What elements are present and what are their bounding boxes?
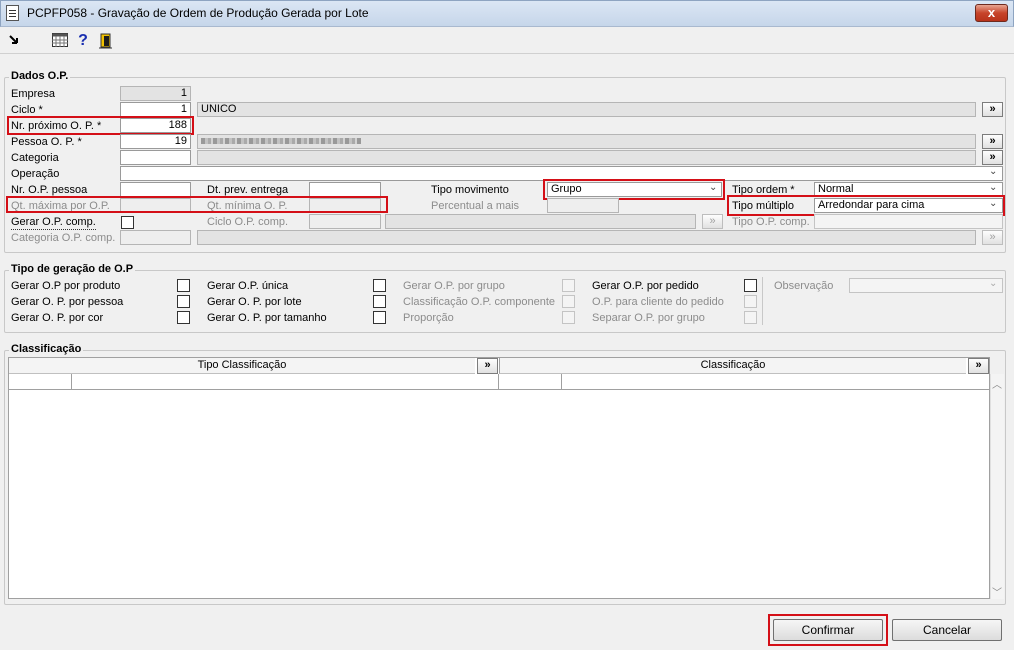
ciclo-label: Ciclo * (11, 104, 43, 116)
tipo-multiplo-highlight (727, 195, 1005, 216)
cliente-pedido-label: O.P. para cliente do pedido (592, 296, 724, 308)
percentual-field (547, 198, 619, 213)
por-grupo-label: Gerar O.P. por grupo (403, 280, 505, 292)
tipo-classificacao-lookup-button[interactable]: » (477, 358, 498, 374)
dados-op-title: Dados O.P. (9, 70, 71, 82)
confirm-highlight (768, 614, 888, 646)
categoria-op-comp-label: Categoria O.P. comp. (11, 232, 116, 244)
por-cor-checkbox[interactable] (177, 311, 190, 324)
grid-scrollbar[interactable] (990, 374, 1004, 599)
separar-grupo-label: Separar O.P. por grupo (592, 312, 705, 324)
cancel-button[interactable]: Cancelar (892, 619, 1002, 641)
help-icon[interactable]: ? (75, 33, 91, 49)
empresa-field: 1 (120, 86, 191, 101)
pessoa-label: Pessoa O. P. * (11, 136, 82, 148)
observacao-select[interactable] (849, 278, 1003, 293)
por-cor-label: Gerar O. P. por cor (11, 312, 104, 324)
nr-proximo-highlight (7, 116, 194, 135)
cell-divider (498, 374, 499, 390)
por-tamanho-label: Gerar O. P. por tamanho (207, 312, 327, 324)
scroll-down-icon[interactable]: ﹀ (992, 584, 1002, 599)
dt-prev-label: Dt. prev. entrega (207, 184, 289, 196)
por-pessoa-label: Gerar O. P. por pessoa (11, 296, 124, 308)
redacted-text (201, 138, 361, 144)
operacao-label: Operação (11, 168, 60, 180)
categoria-lookup-button[interactable]: » (982, 150, 1003, 165)
por-lote-label: Gerar O. P. por lote (207, 296, 302, 308)
tipo-movimento-highlight (543, 179, 725, 200)
categoria-op-comp-description (197, 230, 976, 245)
categoria-field[interactable] (120, 150, 191, 165)
unica-checkbox[interactable] (373, 279, 386, 292)
tipo-geracao-title: Tipo de geração de O.P (9, 263, 136, 275)
ciclo-lookup-button[interactable]: » (982, 102, 1003, 117)
pessoa-field[interactable]: 19 (120, 134, 191, 149)
ciclo-op-comp-description (385, 214, 696, 229)
nr-op-pessoa-field[interactable] (120, 182, 191, 197)
observacao-label: Observação (774, 280, 834, 292)
proporcao-label: Proporção (403, 312, 454, 324)
cell-divider (561, 374, 562, 390)
gerar-op-comp-label: Gerar O.P. comp. (11, 216, 96, 230)
column-header-classificacao[interactable]: Classificação (499, 358, 966, 374)
por-lote-checkbox[interactable] (373, 295, 386, 308)
cell-divider (71, 374, 72, 390)
separar-grupo-checkbox[interactable] (744, 311, 757, 324)
pessoa-description-field (197, 134, 976, 149)
empresa-label: Empresa (11, 88, 56, 100)
ciclo-description-field: UNICO (197, 102, 976, 117)
document-icon (6, 5, 19, 21)
ciclo-op-comp-label: Ciclo O.P. comp. (207, 216, 289, 228)
tipo-op-comp-select[interactable] (814, 214, 1003, 229)
tipo-ordem-dropdown-icon[interactable]: ⌄ (989, 182, 997, 193)
categoria-op-comp-lookup-button[interactable]: » (982, 230, 1003, 245)
dt-prev-field[interactable] (309, 182, 381, 197)
ciclo-field[interactable]: 1 (120, 102, 191, 117)
classificacao-grid[interactable] (8, 357, 990, 599)
gerar-op-comp-checkbox[interactable] (121, 216, 134, 229)
toolbar (0, 27, 1014, 54)
nr-op-pessoa-label: Nr. O.P. pessoa (11, 184, 88, 196)
ciclo-op-comp-field (309, 214, 381, 229)
column-header-tipo[interactable]: Tipo Classificação (9, 358, 475, 374)
window-title: PCPFP058 - Gravação de Ordem de Produção… (27, 6, 369, 20)
categoria-label: Categoria (11, 152, 59, 164)
cliente-pedido-checkbox[interactable] (744, 295, 757, 308)
operacao-dropdown-icon[interactable]: ⌄ (989, 166, 997, 177)
proporcao-checkbox[interactable] (562, 311, 575, 324)
door-exit-icon[interactable] (98, 33, 114, 49)
pessoa-lookup-button[interactable]: » (982, 134, 1003, 149)
ciclo-op-comp-lookup-button[interactable]: » (702, 214, 723, 229)
observacao-dropdown-icon[interactable]: ⌄ (989, 278, 997, 289)
categoria-op-comp-field (120, 230, 191, 245)
unica-label: Gerar O.P. única (207, 280, 289, 292)
observacao-divider (762, 277, 763, 325)
tipo-op-comp-label: Tipo O.P. comp. (732, 216, 810, 228)
percentual-label: Percentual a mais (431, 200, 520, 212)
classificacao-comp-checkbox[interactable] (562, 295, 575, 308)
scroll-up-icon[interactable]: ︿ (992, 376, 1002, 391)
close-button[interactable]: x (975, 4, 1008, 22)
classificacao-title: Classificação (9, 343, 84, 355)
por-pedido-checkbox[interactable] (744, 279, 757, 292)
classificacao-comp-label: Classificação O.P. componente (403, 296, 556, 308)
classificacao-lookup-button[interactable]: » (968, 358, 989, 374)
por-produto-checkbox[interactable] (177, 279, 190, 292)
table-row[interactable] (9, 374, 990, 390)
por-pedido-label: Gerar O.P. por pedido (592, 280, 699, 292)
tipo-movimento-label: Tipo movimento (431, 184, 509, 196)
por-grupo-checkbox[interactable] (562, 279, 575, 292)
categoria-description-field (197, 150, 976, 165)
calendar-grid-icon[interactable] (52, 33, 68, 49)
por-produto-label: Gerar O.P por produto (11, 280, 121, 292)
por-pessoa-checkbox[interactable] (177, 295, 190, 308)
qt-maxima-minima-highlight (6, 196, 388, 213)
exit-arrow-icon[interactable] (7, 33, 23, 49)
por-tamanho-checkbox[interactable] (373, 311, 386, 324)
